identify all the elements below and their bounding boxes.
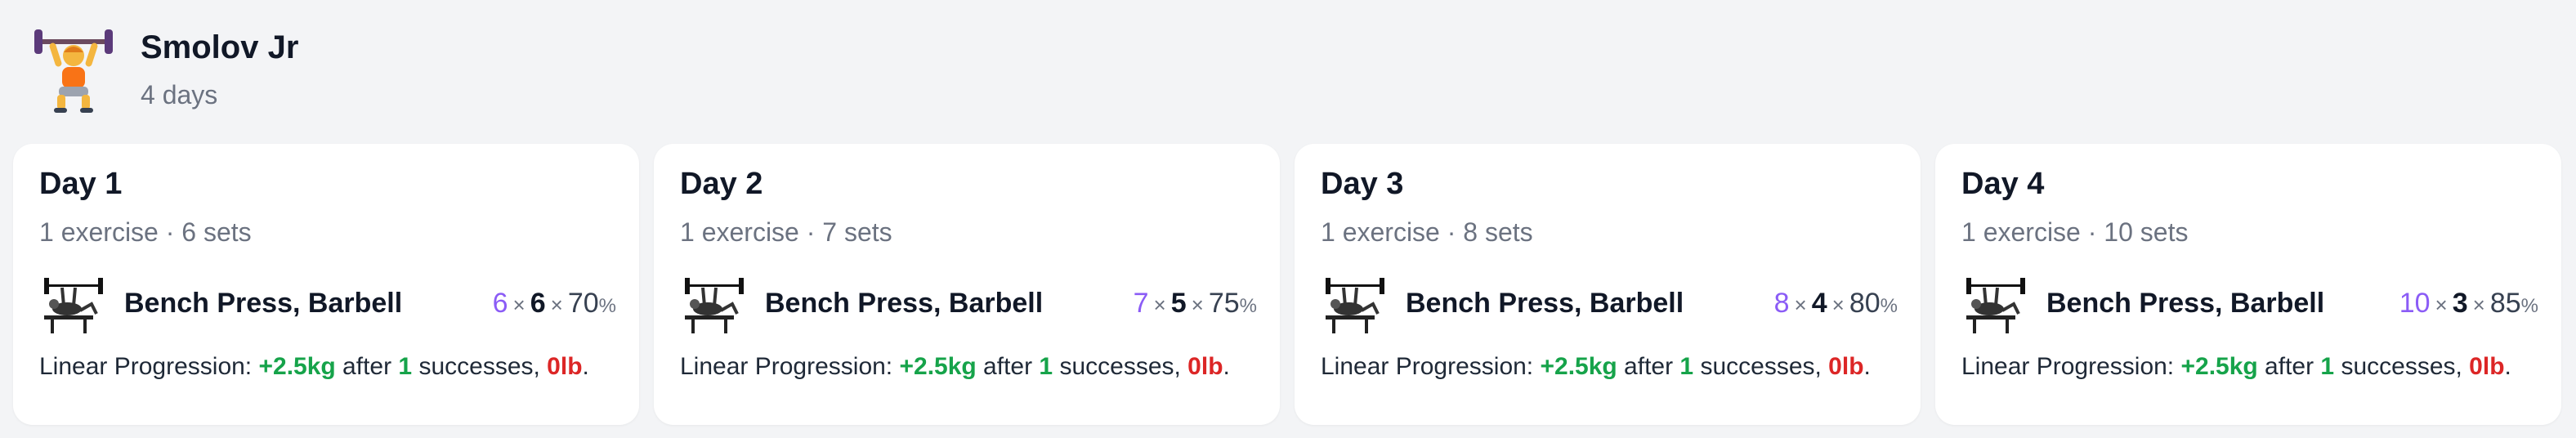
day-summary: 1 exercise · 7 sets: [680, 217, 892, 247]
exercise-row[interactable]: Bench Press, Barbell 8 × 4 × 80%: [1321, 266, 1898, 340]
percent-value: 70: [567, 288, 599, 319]
progression-after: after: [335, 353, 399, 380]
sets-count: 10: [2399, 288, 2431, 319]
reps-count: 5: [1170, 288, 1187, 319]
percent-sign: %: [2520, 295, 2538, 317]
reps-count: 3: [2452, 288, 2468, 319]
progression-increment: +2.5kg: [899, 353, 977, 380]
exercise-name: Bench Press, Barbell: [765, 288, 1044, 319]
program-days-count: 4 days: [141, 80, 218, 110]
progression-end: .: [1863, 353, 1871, 380]
percent-value: 80: [1849, 288, 1881, 319]
progression-successes: 1: [2320, 353, 2335, 380]
sets-count: 6: [492, 288, 508, 319]
bench-press-icon: [44, 278, 103, 333]
progression-decrement: 0lb: [1187, 353, 1223, 380]
bench-press-icon: [1966, 278, 2025, 333]
progression-end: .: [582, 353, 589, 380]
progression-rule: Linear Progression: +2.5kg after 1 succe…: [1321, 353, 1871, 381]
percent-sign: %: [1880, 295, 1898, 317]
day-title: Day 1: [39, 167, 123, 201]
day-title: Day 3: [1321, 167, 1404, 201]
exercise-row[interactable]: Bench Press, Barbell 7 × 5 × 75%: [680, 266, 1257, 340]
day-title: Day 4: [1961, 167, 2045, 201]
percent-sign: %: [1239, 295, 1257, 317]
day-summary: 1 exercise · 8 sets: [1321, 217, 1533, 247]
progression-decrement: 0lb: [547, 353, 583, 380]
progression-successes: 1: [1679, 353, 1694, 380]
day-summary: 1 exercise · 6 sets: [39, 217, 252, 247]
exercise-row[interactable]: Bench Press, Barbell 6 × 6 × 70%: [39, 266, 616, 340]
sets-reps-percent: 7 × 5 × 75%: [1133, 288, 1257, 319]
exercise-name: Bench Press, Barbell: [124, 288, 403, 319]
progression-rule: Linear Progression: +2.5kg after 1 succe…: [1961, 353, 2511, 381]
day-card-4[interactable]: Day 4 1 exercise · 10 sets Bench Press, …: [1935, 144, 2561, 425]
sets-reps-percent: 6 × 6 × 70%: [492, 288, 616, 319]
program-title: Smolov Jr: [141, 29, 299, 65]
percent-value: 75: [1208, 288, 1240, 319]
sets-reps-percent: 10 × 3 × 85%: [2399, 288, 2538, 319]
day-summary: 1 exercise · 10 sets: [1961, 217, 2189, 247]
day-card-3[interactable]: Day 3 1 exercise · 8 sets Bench Press, B…: [1295, 144, 1921, 425]
progression-decrement: 0lb: [2469, 353, 2505, 380]
progression-after: after: [2257, 353, 2321, 380]
day-card-2[interactable]: Day 2 1 exercise · 7 sets Bench Press, B…: [654, 144, 1280, 425]
progression-decrement: 0lb: [1828, 353, 1864, 380]
program-header: Smolov Jr 4 days: [0, 0, 2576, 139]
progression-label: Linear Progression:: [1961, 353, 2181, 380]
progression-increment: +2.5kg: [2180, 353, 2258, 380]
day-card-1[interactable]: Day 1 1 exercise · 6 sets Bench Press, B…: [13, 144, 639, 425]
progression-label: Linear Progression:: [1321, 353, 1541, 380]
progression-successes-label: successes,: [1693, 353, 1829, 380]
percent-value: 85: [2489, 288, 2521, 319]
progression-label: Linear Progression:: [39, 353, 259, 380]
progression-label: Linear Progression:: [680, 353, 900, 380]
exercise-row[interactable]: Bench Press, Barbell 10 × 3 × 85%: [1961, 266, 2538, 340]
sets-count: 7: [1133, 288, 1149, 319]
progression-successes-label: successes,: [2334, 353, 2470, 380]
day-cards: Day 1 1 exercise · 6 sets Bench Press, B…: [13, 144, 2563, 425]
progression-rule: Linear Progression: +2.5kg after 1 succe…: [680, 353, 1230, 381]
progression-end: .: [2504, 353, 2511, 380]
sets-count: 8: [1773, 288, 1790, 319]
reps-count: 6: [530, 288, 546, 319]
sets-reps-percent: 8 × 4 × 80%: [1773, 288, 1898, 319]
progression-after: after: [976, 353, 1040, 380]
day-title: Day 2: [680, 167, 763, 201]
percent-sign: %: [598, 295, 616, 317]
progression-successes-label: successes,: [1053, 353, 1188, 380]
progression-end: .: [1223, 353, 1230, 380]
bench-press-icon: [1326, 278, 1384, 333]
weightlifter-icon: [34, 29, 113, 113]
bench-press-icon: [685, 278, 744, 333]
progression-successes: 1: [398, 353, 413, 380]
progression-successes-label: successes,: [412, 353, 548, 380]
reps-count: 4: [1811, 288, 1827, 319]
exercise-name: Bench Press, Barbell: [1406, 288, 1684, 319]
progression-after: after: [1617, 353, 1680, 380]
progression-increment: +2.5kg: [258, 353, 336, 380]
progression-successes: 1: [1039, 353, 1053, 380]
exercise-name: Bench Press, Barbell: [2046, 288, 2325, 319]
progression-rule: Linear Progression: +2.5kg after 1 succe…: [39, 353, 589, 381]
progression-increment: +2.5kg: [1540, 353, 1617, 380]
